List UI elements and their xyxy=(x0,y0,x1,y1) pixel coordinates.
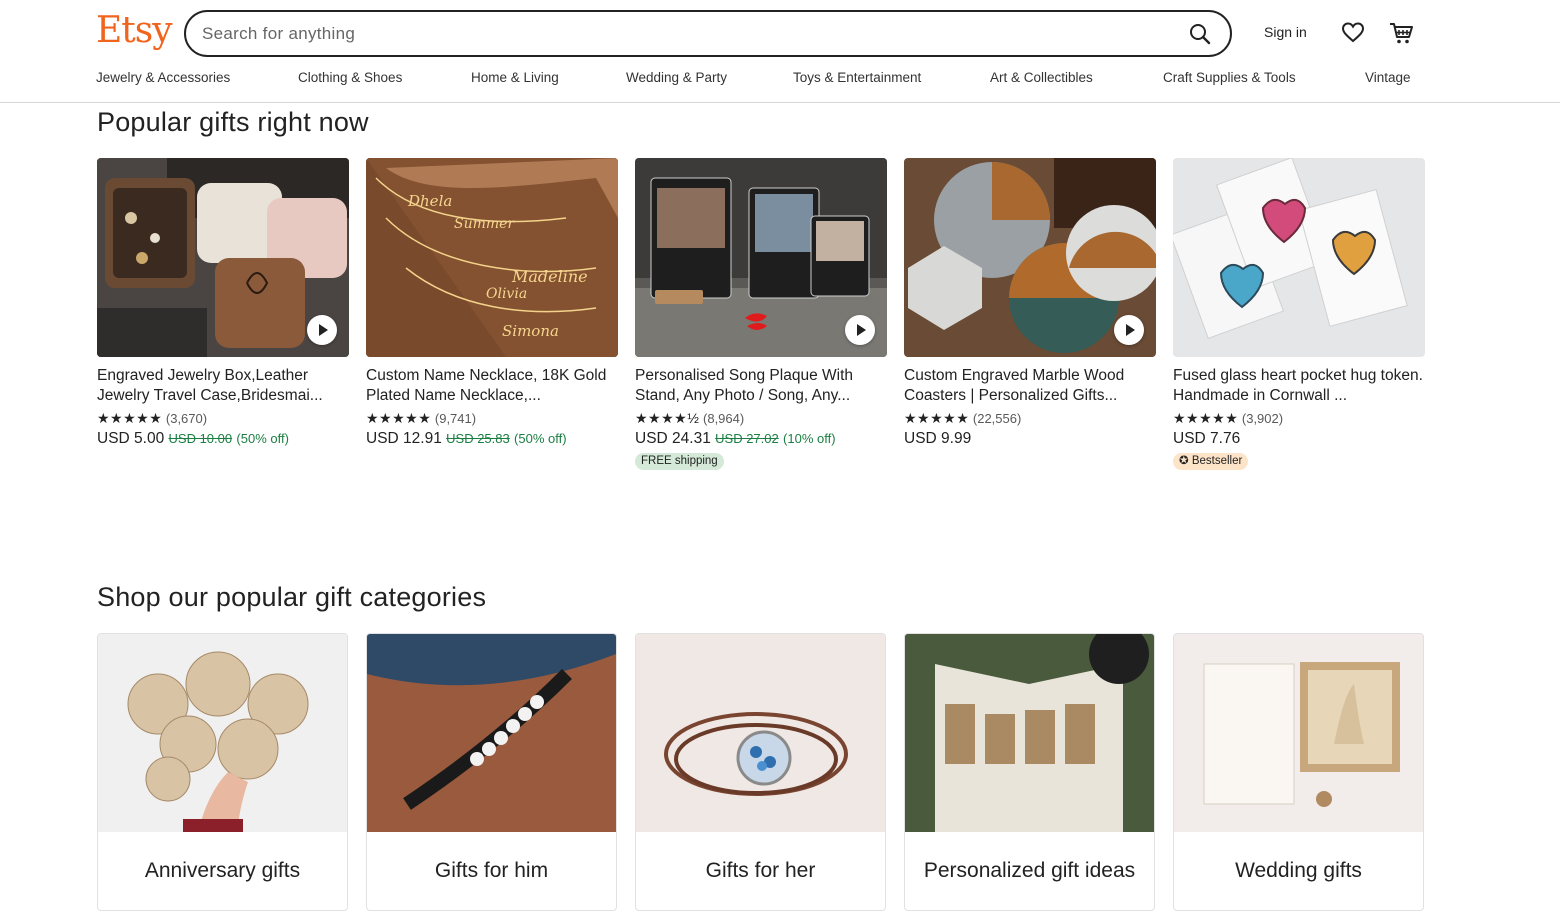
bestseller-icon: ✪ xyxy=(1179,455,1189,467)
rating-stars: ★★★★★ xyxy=(1173,410,1239,426)
svg-text:Dhela: Dhela xyxy=(407,192,452,210)
wedding-gifts-image xyxy=(1174,634,1423,832)
product-title[interactable]: Fused glass heart pocket hug token. Hand… xyxy=(1173,366,1425,406)
sale-price: USD 9.99 xyxy=(904,430,972,447)
svg-text:Olivia: Olivia xyxy=(486,286,527,302)
review-count: (22,556) xyxy=(972,411,1022,426)
price-row: USD 24.31 USD 27.02 (10% off) xyxy=(635,428,887,450)
product-image[interactable] xyxy=(1173,158,1425,357)
product-card[interactable]: Custom Engraved Marble Wood Coasters | P… xyxy=(904,158,1156,450)
original-price: USD 25.83 xyxy=(446,431,510,446)
price-row: USD 7.76 xyxy=(1173,428,1425,450)
category-card-anniversary[interactable]: Anniversary gifts xyxy=(97,633,348,911)
product-rating: ★★★★★ (9,741) xyxy=(366,408,618,428)
nav-jewelry-accessories[interactable]: Jewelry & Accessories xyxy=(96,70,230,85)
product-rating: ★★★★★ (3,670) xyxy=(97,408,349,428)
favorites-button[interactable] xyxy=(1341,21,1365,45)
discount-label: (50% off) xyxy=(514,431,567,446)
svg-text:Simona: Simona xyxy=(502,322,559,340)
product-image[interactable] xyxy=(904,158,1156,357)
original-price: USD 27.02 xyxy=(715,431,779,446)
category-label: Gifts for him xyxy=(434,859,549,882)
product-image[interactable] xyxy=(97,158,349,357)
nav-home-living[interactable]: Home & Living xyxy=(471,70,559,85)
etsy-logo[interactable]: Etsy xyxy=(96,10,173,51)
nav-vintage[interactable]: Vintage xyxy=(1365,70,1411,85)
sale-price: USD 5.00 xyxy=(97,430,165,447)
sale-price: USD 7.76 xyxy=(1173,430,1241,447)
review-count: (9,741) xyxy=(434,411,477,426)
free-shipping-badge: FREE shipping xyxy=(635,453,724,470)
play-video-button[interactable] xyxy=(845,315,875,345)
bestseller-badge: ✪ Bestseller xyxy=(1173,453,1249,470)
discount-label: (50% off) xyxy=(236,431,289,446)
rating-stars: ★★★★★ xyxy=(97,410,163,426)
anniversary-gifts-image xyxy=(98,634,347,832)
category-label: Gifts for her xyxy=(705,859,816,882)
nav-art-collectibles[interactable]: Art & Collectibles xyxy=(990,70,1093,85)
product-rating: ★★★★★ (22,556) xyxy=(904,408,1156,428)
review-count: (3,670) xyxy=(165,411,208,426)
product-card[interactable]: Dhela Summer Madeline Olivia Simona Cust… xyxy=(366,158,618,450)
nav-craft-supplies-tools[interactable]: Craft Supplies & Tools xyxy=(1163,70,1296,85)
review-count: (8,964) xyxy=(703,411,745,426)
popular-gifts-heading: Popular gifts right now xyxy=(97,107,369,137)
cart-icon xyxy=(1390,23,1413,44)
personalized-gift-ideas-image xyxy=(905,634,1154,832)
product-image[interactable]: Dhela Summer Madeline Olivia Simona xyxy=(366,158,618,357)
product-card[interactable]: Fused glass heart pocket hug token. Hand… xyxy=(1173,158,1425,470)
site-header: Etsy Sign in Jewelry & Accessories Cloth… xyxy=(0,0,1560,103)
gift-categories-heading: Shop our popular gift categories xyxy=(97,582,487,612)
category-card-personalized[interactable]: Personalized gift ideas xyxy=(904,633,1155,911)
gifts-for-her-image xyxy=(636,634,885,832)
product-title[interactable]: Custom Engraved Marble Wood Coasters | P… xyxy=(904,366,1156,406)
svg-text:Summer: Summer xyxy=(454,216,515,232)
nav-clothing-shoes[interactable]: Clothing & Shoes xyxy=(298,70,402,85)
review-count: (3,902) xyxy=(1241,411,1284,426)
search-button[interactable] xyxy=(1188,22,1212,46)
price-row: USD 12.91 USD 25.83 (50% off) xyxy=(366,428,618,450)
product-card[interactable]: Engraved Jewelry Box,Leather Jewelry Tra… xyxy=(97,158,349,450)
heart-icon xyxy=(1341,22,1365,43)
name-necklace-image: Dhela Summer Madeline Olivia Simona xyxy=(366,158,618,357)
product-card[interactable]: Personalised Song Plaque With Stand, Any… xyxy=(635,158,887,470)
bestseller-label: Bestseller xyxy=(1191,455,1243,467)
sign-in-link[interactable]: Sign in xyxy=(1264,24,1307,40)
rating-stars: ★★★★½ xyxy=(635,410,700,426)
product-rating: ★★★★★ (3,902) xyxy=(1173,408,1425,428)
category-label: Anniversary gifts xyxy=(144,859,301,882)
rating-stars: ★★★★★ xyxy=(904,410,970,426)
play-video-button[interactable] xyxy=(307,315,337,345)
product-rating: ★★★★½ (8,964) xyxy=(635,408,887,428)
play-video-button[interactable] xyxy=(1114,315,1144,345)
gifts-for-him-image xyxy=(367,634,616,832)
nav-wedding-party[interactable]: Wedding & Party xyxy=(626,70,727,85)
nav-toys-entertainment[interactable]: Toys & Entertainment xyxy=(793,70,921,85)
search-icon xyxy=(1190,24,1211,45)
price-row: USD 9.99 xyxy=(904,428,1156,450)
sale-price: USD 24.31 xyxy=(635,430,711,447)
product-title[interactable]: Engraved Jewelry Box,Leather Jewelry Tra… xyxy=(97,366,349,406)
category-label: Personalized gift ideas xyxy=(923,859,1136,882)
search-input[interactable] xyxy=(202,23,1162,45)
cart-button[interactable] xyxy=(1388,20,1414,46)
category-card-gifts-for-her[interactable]: Gifts for her xyxy=(635,633,886,911)
original-price: USD 10.00 xyxy=(168,431,233,446)
product-image[interactable] xyxy=(635,158,887,357)
glass-heart-image xyxy=(1173,158,1425,357)
sale-price: USD 12.91 xyxy=(366,430,442,447)
svg-text:Madeline: Madeline xyxy=(511,267,588,286)
category-card-wedding[interactable]: Wedding gifts xyxy=(1173,633,1424,911)
product-title[interactable]: Personalised Song Plaque With Stand, Any… xyxy=(635,366,887,406)
search-bar[interactable] xyxy=(184,10,1232,57)
category-label: Wedding gifts xyxy=(1235,859,1362,882)
discount-label: (10% off) xyxy=(783,431,836,446)
product-title[interactable]: Custom Name Necklace, 18K Gold Plated Na… xyxy=(366,366,618,406)
price-row: USD 5.00 USD 10.00 (50% off) xyxy=(97,428,349,450)
category-card-gifts-for-him[interactable]: Gifts for him xyxy=(366,633,617,911)
rating-stars: ★★★★★ xyxy=(366,410,432,426)
